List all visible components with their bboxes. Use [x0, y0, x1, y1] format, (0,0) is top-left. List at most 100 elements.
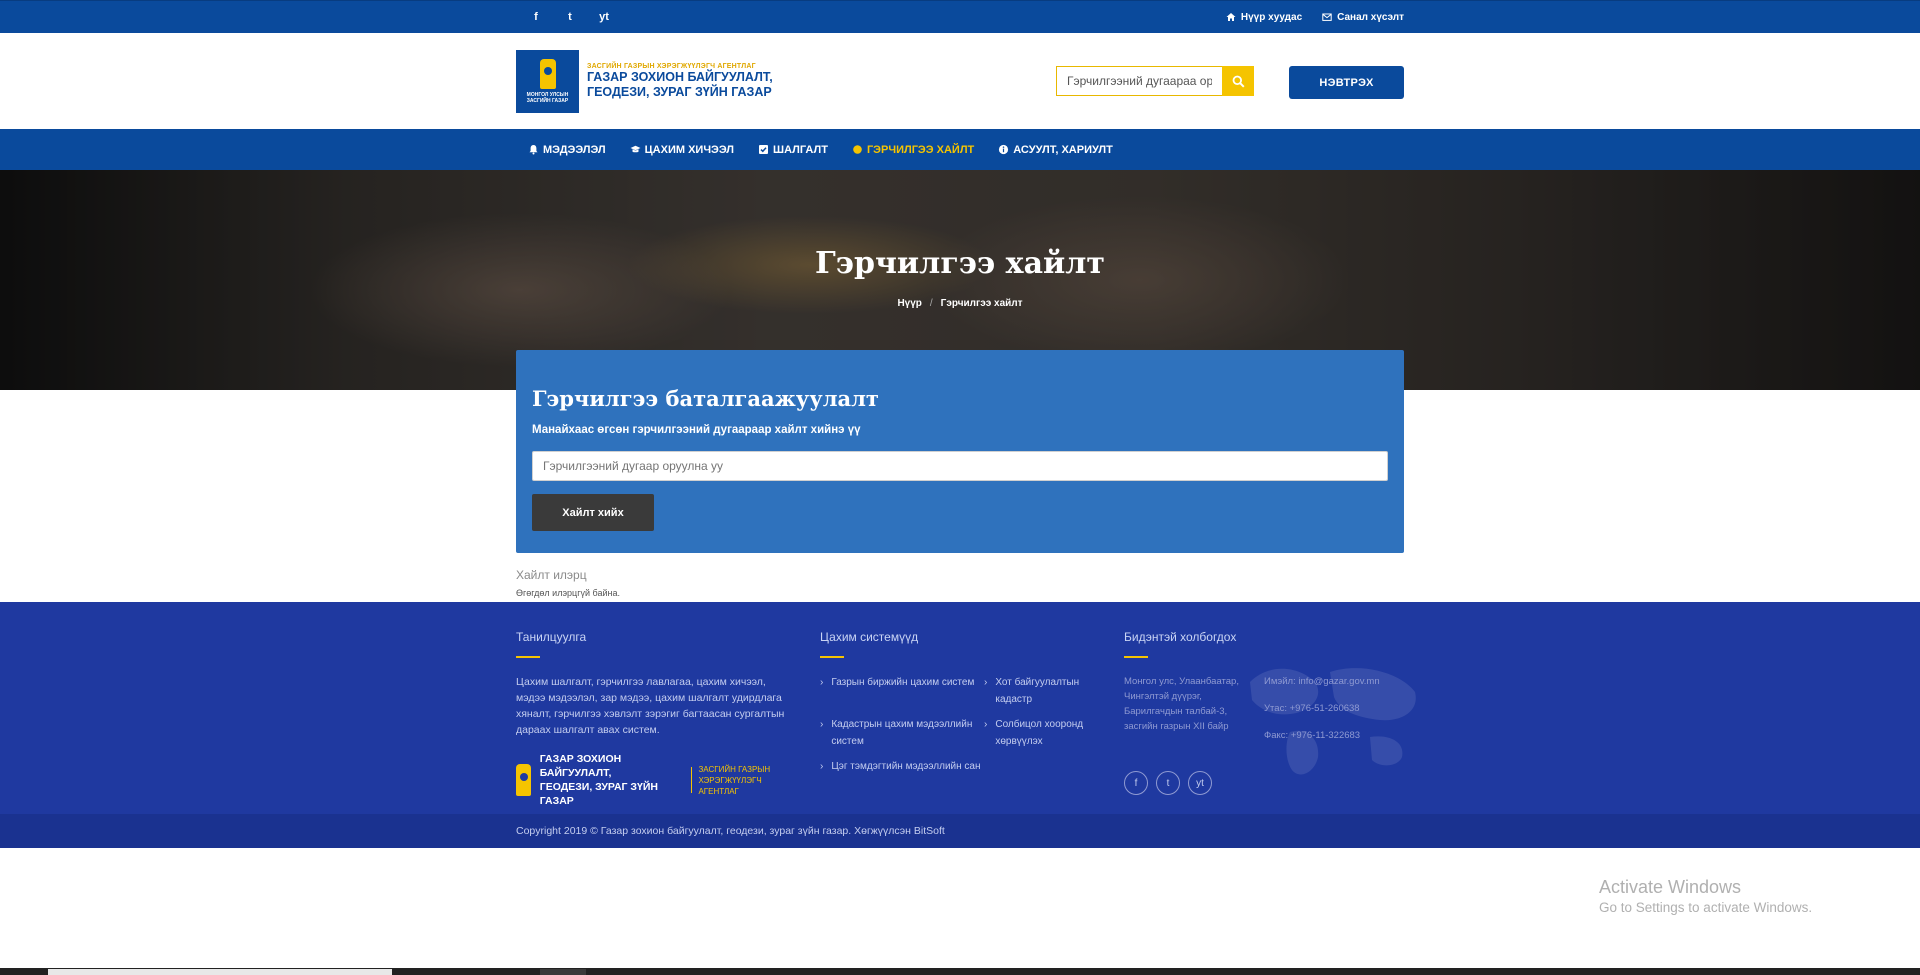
- watermark-title: Activate Windows: [1599, 877, 1742, 897]
- system-link-point-database[interactable]: › Цэг тэмдэгтийн мэдээллийн сан: [820, 758, 984, 775]
- info-icon: [999, 144, 1009, 155]
- chevron-right-icon: ›: [820, 677, 824, 688]
- system-link-cadastre-system[interactable]: › Кадастрын цахим мэдээллийн систем: [820, 716, 984, 750]
- certificate-verification-card: Гэрчилгээ баталгаажуулалт Манайхаас өгсө…: [516, 350, 1404, 553]
- verification-description: Манайхаас өгсөн гэрчилгээний дугаараар х…: [532, 424, 861, 436]
- system-link-label: Хот байгуулалтын кадастр: [995, 677, 1080, 705]
- heading-underline: [516, 656, 540, 658]
- bell-icon: [529, 145, 538, 155]
- contact-phone: Утас: +976-51-260638: [1264, 703, 1360, 714]
- header-search-button[interactable]: [1222, 66, 1254, 96]
- footer-about-text: Цахим шалгалт, гэрчилгээ лавлагаа, цахим…: [516, 676, 785, 736]
- footer-contact-heading: Бидэнтэй холбогдох: [1124, 630, 1237, 644]
- taskbar-segment: [540, 969, 586, 975]
- nav-item-label: ГЭРЧИЛГЭЭ ХАЙЛТ: [866, 143, 975, 156]
- nav-item-label: ШАЛГАЛТ: [773, 143, 828, 156]
- footer-contact: Бидэнтэй холбогдох Монгол улс, Улаанбаат…: [1124, 630, 1384, 795]
- header-search: [1056, 66, 1254, 96]
- search-submit-button[interactable]: Хайлт хийх: [532, 494, 654, 531]
- nav-item-news[interactable]: МЭДЭЭЛЭЛ: [528, 144, 606, 156]
- system-link-label: Кадастрын цахим мэдээллийн систем: [831, 719, 973, 747]
- emblem-caption-2: ЗАСГИЙН ГАЗАР: [526, 98, 569, 104]
- breadcrumb-home[interactable]: Нүүр: [897, 298, 921, 309]
- systems-links: › Газрын биржийн цахим систем › Хот байгуу…: [820, 674, 1120, 775]
- youtube-icon[interactable]: yt: [1188, 771, 1212, 795]
- footer-logo-sub-1: ЗАСГИЙН ГАЗРЫН: [698, 764, 771, 774]
- heading-underline: [1124, 656, 1148, 658]
- main-nav: МЭДЭЭЛЭЛ ЦАХИМ ХИЧЭЭЛ ШАЛГАЛТ ГЭРЧИЛГЭЭ …: [0, 129, 1920, 170]
- taskbar-strip: [0, 968, 1920, 975]
- windows-activation-watermark: Activate Windows Go to Settings to activ…: [1599, 877, 1812, 915]
- breadcrumb: Нүүр / Гэрчилгээ хайлт: [0, 298, 1920, 309]
- feedback-link[interactable]: Санал хүсэлт: [1322, 12, 1404, 23]
- nav-item-courses[interactable]: ЦАХИМ ХИЧЭЭЛ: [630, 144, 734, 156]
- home-link[interactable]: Нүүр хуудас: [1226, 12, 1302, 23]
- watermark-subtitle: Go to Settings to activate Windows.: [1599, 900, 1813, 915]
- system-link-coordinate-converter[interactable]: › Солбицол хооронд хөрвүүлэх: [984, 716, 1104, 750]
- footer-about-heading: Танилцуулга: [516, 630, 587, 644]
- system-link-label: Солбицол хооронд хөрвүүлэх: [995, 719, 1084, 747]
- logo-subtitle: ЗАСГИЙН ГАЗРЫН ХЭРЭГЖҮҮЛЭГЧ АГЕНТЛАГ: [587, 63, 756, 70]
- breadcrumb-current: Гэрчилгээ хайлт: [940, 298, 1023, 309]
- chevron-right-icon: ›: [984, 719, 988, 730]
- soyombo-icon: [516, 764, 531, 796]
- copyright-text: Copyright 2019 © Газар зохион байгуулалт…: [516, 825, 945, 837]
- site-logo[interactable]: МОНГОЛ УЛСЫН ЗАСГИЙН ГАЗАР ЗАСГИЙН ГАЗРЫ…: [516, 50, 773, 113]
- footer-social-links: f t yt: [1124, 771, 1384, 795]
- site-header: МОНГОЛ УЛСЫН ЗАСГИЙН ГАЗАР ЗАСГИЙН ГАЗРЫ…: [0, 33, 1920, 129]
- certificate-number-input[interactable]: [532, 451, 1388, 481]
- header-search-input[interactable]: [1056, 66, 1222, 96]
- footer-systems-heading: Цахим системүүд: [820, 630, 919, 644]
- site-footer: Танилцуулга Цахим шалгалт, гэрчилгээ лав…: [0, 602, 1920, 848]
- contact-address: Монгол улс, Улаанбаатар, Чингэлтэй дүүрэ…: [1124, 676, 1239, 732]
- system-link-land-exchange[interactable]: › Газрын биржийн цахим систем: [820, 674, 984, 708]
- soyombo-icon: [539, 59, 556, 89]
- top-social-links: f t yt: [516, 11, 612, 23]
- logo-title-line-1: ГАЗАР ЗОХИОН БАЙГУУЛАЛТ,: [587, 70, 773, 84]
- twitter-icon[interactable]: t: [562, 11, 578, 23]
- footer-logo-line-1: ГАЗАР ЗОХИОН БАЙГУУЛАЛТ,: [539, 753, 622, 779]
- circle-icon: [853, 145, 862, 154]
- system-link-label: Газрын биржийн цахим систем: [831, 677, 975, 688]
- page-title: Гэрчилгээ хайлт: [815, 246, 1105, 281]
- twitter-icon[interactable]: t: [1156, 771, 1180, 795]
- feedback-link-label: Санал хүсэлт: [1337, 11, 1404, 23]
- facebook-icon[interactable]: f: [1124, 771, 1148, 795]
- soyombo-emblem: МОНГОЛ УЛСЫН ЗАСГИЙН ГАЗАР: [516, 50, 579, 113]
- facebook-icon[interactable]: f: [528, 11, 544, 23]
- breadcrumb-separator: /: [929, 298, 933, 309]
- footer-logo-line-2: ГЕОДЕЗИ, ЗУРАГ ЗҮЙН ГАЗАР: [539, 781, 658, 807]
- chevron-right-icon: ›: [820, 761, 824, 772]
- footer-logo-divider: [690, 767, 692, 793]
- system-link-urban-cadastre[interactable]: › Хот байгуулалтын кадастр: [984, 674, 1104, 708]
- nav-item-certificate-search[interactable]: ГЭРЧИЛГЭЭ ХАЙЛТ: [852, 144, 974, 156]
- system-link-label: Цэг тэмдэгтийн мэдээллийн сан: [831, 761, 981, 772]
- checkbox-icon: [759, 145, 769, 154]
- results-empty-text: Өгөгдөл илэрцгүй байна.: [516, 588, 620, 598]
- footer-logo: ГАЗАР ЗОХИОН БАЙГУУЛАЛТ, ГЕОДЕЗИ, ЗУРАГ …: [516, 752, 796, 808]
- home-link-label: Нүүр хуудас: [1240, 11, 1303, 23]
- contact-email[interactable]: Имэйл: info@gazar.gov.mn: [1264, 674, 1380, 689]
- footer-systems: Цахим системүүд › Газрын биржийн цахим си…: [820, 630, 1120, 775]
- chevron-right-icon: ›: [820, 719, 824, 730]
- login-button[interactable]: НЭВТРЭХ: [1289, 66, 1404, 99]
- nav-item-exam[interactable]: ШАЛГАЛТ: [758, 144, 828, 156]
- youtube-icon[interactable]: yt: [596, 11, 612, 23]
- top-bar: f t yt Нүүр хуудас Санал хүсэлт: [0, 0, 1920, 33]
- taskbar-segment: [48, 969, 392, 975]
- nav-item-label: ЦАХИМ ХИЧЭЭЛ: [644, 143, 735, 156]
- search-icon: [1232, 75, 1245, 88]
- chevron-right-icon: ›: [984, 677, 988, 688]
- heading-underline: [820, 656, 844, 658]
- footer-logo-sub-2: ХЭРЭГЖҮҮЛЭГЧ АГЕНТЛАГ: [698, 775, 762, 796]
- nav-item-label: МЭДЭЭЛЭЛ: [543, 143, 606, 156]
- footer-about: Танилцуулга Цахим шалгалт, гэрчилгээ лав…: [516, 630, 796, 808]
- nav-item-faq[interactable]: АСУУЛТ, ХАРИУЛТ: [998, 144, 1113, 156]
- nav-item-label: АСУУЛТ, ХАРИУЛТ: [1013, 143, 1113, 156]
- envelope-icon: [1322, 13, 1332, 21]
- contact-fax: Факс: +976-11-322683: [1264, 730, 1361, 741]
- verification-title: Гэрчилгээ баталгаажуулалт: [532, 386, 879, 411]
- home-icon: [1226, 13, 1236, 21]
- search-results: Хайлт илэрц Өгөгдөл илэрцгүй байна.: [516, 568, 620, 598]
- copyright-bar: Copyright 2019 © Газар зохион байгуулалт…: [0, 814, 1920, 848]
